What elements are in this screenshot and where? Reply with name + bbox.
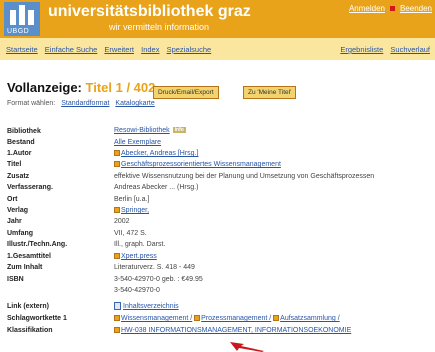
logout-link[interactable]: Beenden — [400, 4, 432, 13]
logo-text: UBGD — [7, 28, 30, 35]
search-bullet-icon — [114, 207, 120, 214]
value-link-extern: Inhaltsverzeichnis — [114, 302, 179, 310]
label-zum-inhalt: Zum Inhalt — [7, 264, 43, 271]
print-email-export-button[interactable]: Druck/Email/Export — [153, 86, 219, 99]
toc-link[interactable]: Inhaltsverzeichnis — [123, 303, 179, 310]
label-verfasser: Verfasserang. — [7, 184, 53, 191]
author-link[interactable]: Abecker, Andreas [Hrsg.] — [121, 150, 198, 157]
search-bullet-icon — [114, 253, 120, 260]
label-jahr: Jahr — [7, 218, 22, 225]
nav-ergebnisliste[interactable]: Ergebnisliste — [340, 45, 383, 54]
label-isbn: ISBN — [7, 276, 24, 283]
page-title: Vollanzeige: Titel 1 / 402 — [7, 80, 155, 95]
library-link[interactable]: Resowi-Bibliothek — [114, 127, 170, 134]
nav-bar: Startseite Einfache Suche Erweitert Inde… — [0, 38, 435, 60]
format-standard-link[interactable]: Standardformat — [61, 100, 109, 107]
search-bullet-icon — [114, 161, 120, 168]
format-catalog-card-link[interactable]: Katalogkarte — [115, 100, 154, 107]
label-zusatz: Zusatz — [7, 173, 30, 180]
value-isbn-2: 3-540-42970-0 — [114, 287, 160, 294]
subject-link-3[interactable]: Aufsatzsammlung / — [280, 315, 340, 322]
logo-bar-icon — [19, 5, 25, 25]
nav-erweitert[interactable]: Erweitert — [104, 45, 134, 54]
value-bestand: Alle Exemplare — [114, 139, 161, 146]
search-bullet-icon — [194, 315, 201, 322]
series-link[interactable]: Xpert.press — [121, 253, 157, 260]
value-ort: Berlin [u.a.] — [114, 196, 150, 203]
add-to-my-titles-button[interactable]: Zu 'Meine Titel' — [243, 86, 297, 99]
value-titel: Geschäftsprozessorientiertes Wissensmana… — [114, 161, 281, 168]
value-jahr: 2002 — [114, 218, 130, 225]
document-icon — [114, 302, 121, 310]
search-nav: Startseite Einfache Suche Erweitert Inde… — [6, 45, 216, 54]
subject-link-1[interactable]: Wissensmanagement / — [121, 315, 192, 322]
value-klassifikation: HW-038 INFORMATIONSMANAGEMENT, INFORMATI… — [114, 327, 351, 334]
label-bibliothek: Bibliothek — [7, 128, 41, 135]
info-icon[interactable]: info — [172, 127, 186, 134]
title-link[interactable]: Geschäftsprozessorientiertes Wissensmana… — [121, 161, 281, 168]
pointer-arrow-icon — [230, 342, 264, 352]
label-schlagwort: Schlagwortkette 1 — [7, 315, 67, 322]
search-bullet-icon — [114, 327, 120, 334]
header-bar: UBGD universitätsbibliothek graz wir ver… — [0, 0, 435, 38]
value-gesamttitel: Xpert.press — [114, 253, 157, 260]
value-umfang: VII, 472 S. — [114, 230, 147, 237]
label-titel: Titel — [7, 161, 22, 168]
library-logo[interactable]: UBGD — [4, 2, 40, 36]
login-link[interactable]: Anmelden — [349, 4, 385, 13]
label-klassifikation: Klassifikation — [7, 327, 53, 334]
library-subtitle: wir vermitteln information — [109, 22, 210, 32]
account-links: Anmelden Beenden — [349, 4, 432, 13]
nav-einfache-suche[interactable]: Einfache Suche — [45, 45, 98, 54]
format-label: Format wählen: — [7, 100, 56, 107]
format-selector: Format wählen: Standardformat Katalogkar… — [7, 100, 155, 107]
label-gesamttitel: 1.Gesamttitel — [7, 253, 51, 260]
search-bullet-icon — [114, 150, 120, 157]
heading-prefix: Vollanzeige: — [7, 80, 82, 95]
separator-icon — [389, 5, 395, 11]
result-nav: Ergebnisliste Suchverlauf — [340, 45, 435, 54]
label-umfang: Umfang — [7, 230, 34, 237]
value-schlagwort: Wissensmanagement / Prozessmanagement / … — [114, 315, 340, 322]
nav-spezialsuche[interactable]: Spezialsuche — [167, 45, 212, 54]
library-title: universitätsbibliothek graz — [48, 3, 251, 20]
subject-link-2[interactable]: Prozessmanagement / — [201, 315, 271, 322]
nav-suchverlauf[interactable]: Suchverlauf — [390, 45, 430, 54]
holdings-link[interactable]: Alle Exemplare — [114, 139, 161, 146]
label-bestand: Bestand — [7, 139, 35, 146]
search-bullet-icon — [114, 315, 120, 322]
logo-bar-icon — [28, 10, 34, 25]
label-ort: Ort — [7, 196, 18, 203]
value-bibliothek: Resowi-Bibliothek info — [114, 127, 186, 134]
value-autor: Abecker, Andreas [Hrsg.] — [114, 150, 198, 157]
value-verfasser: Andreas Abecker ... (Hrsg.) — [114, 184, 199, 191]
nav-startseite[interactable]: Startseite — [6, 45, 38, 54]
logo-bar-icon — [10, 10, 16, 25]
value-zusatz: effektive Wissensnutzung bei der Planung… — [114, 173, 375, 180]
label-illustr: Illustr./Techn.Ang. — [7, 241, 68, 248]
search-bullet-icon — [273, 315, 280, 322]
label-link-extern: Link (extern) — [7, 303, 50, 310]
value-zum-inhalt: Literaturverz. S. 418 - 449 — [114, 264, 195, 271]
classification-link[interactable]: HW-038 INFORMATIONSMANAGEMENT, INFORMATI… — [121, 327, 351, 334]
label-autor: 1.Autor — [7, 150, 32, 157]
value-illustr: Ill., graph. Darst. — [114, 241, 166, 248]
value-verlag: Springer, — [114, 207, 149, 214]
publisher-link[interactable]: Springer, — [121, 207, 149, 214]
title-counter: Titel 1 / 402 — [85, 80, 156, 95]
label-verlag: Verlag — [7, 207, 29, 214]
nav-index[interactable]: Index — [141, 45, 159, 54]
value-isbn-1: 3-540-42970-0 geb. : €49.95 — [114, 276, 203, 283]
